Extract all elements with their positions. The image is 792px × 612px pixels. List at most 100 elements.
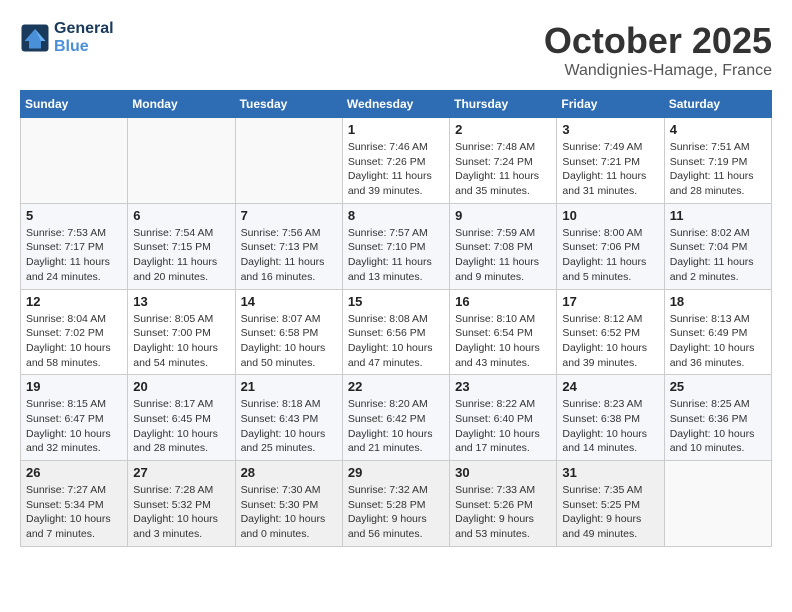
cell-info: Sunrise: 8:08 AM Sunset: 6:56 PM Dayligh… bbox=[348, 312, 444, 371]
day-header-saturday: Saturday bbox=[664, 91, 771, 118]
cell-day-number: 18 bbox=[670, 294, 766, 309]
calendar-table: SundayMondayTuesdayWednesdayThursdayFrid… bbox=[20, 90, 772, 547]
cell-day-number: 21 bbox=[241, 379, 337, 394]
cell-day-number: 29 bbox=[348, 465, 444, 480]
cell-day-number: 25 bbox=[670, 379, 766, 394]
cell-day-number: 30 bbox=[455, 465, 551, 480]
calendar-cell: 24 Sunrise: 8:23 AM Sunset: 6:38 PM Dayli… bbox=[557, 375, 664, 461]
cell-info: Sunrise: 7:27 AM Sunset: 5:34 PM Dayligh… bbox=[26, 483, 122, 542]
cell-day-number: 1 bbox=[348, 122, 444, 137]
cell-info: Sunrise: 7:57 AM Sunset: 7:10 PM Dayligh… bbox=[348, 226, 444, 285]
cell-day-number: 9 bbox=[455, 208, 551, 223]
cell-info: Sunrise: 7:35 AM Sunset: 5:25 PM Dayligh… bbox=[562, 483, 658, 542]
cell-info: Sunrise: 7:59 AM Sunset: 7:08 PM Dayligh… bbox=[455, 226, 551, 285]
cell-day-number: 17 bbox=[562, 294, 658, 309]
calendar-cell: 12 Sunrise: 8:04 AM Sunset: 7:02 PM Dayli… bbox=[21, 289, 128, 375]
cell-info: Sunrise: 8:22 AM Sunset: 6:40 PM Dayligh… bbox=[455, 397, 551, 456]
calendar-cell: 10Sunrise: 8:00 AM Sunset: 7:06 PM Dayli… bbox=[557, 203, 664, 289]
cell-day-number: 13 bbox=[133, 294, 229, 309]
calendar-cell: 3 Sunrise: 7:49 AM Sunset: 7:21 PM Daylig… bbox=[557, 118, 664, 204]
cell-info: Sunrise: 7:54 AM Sunset: 7:15 PM Dayligh… bbox=[133, 226, 229, 285]
calendar-cell: 31 Sunrise: 7:35 AM Sunset: 5:25 PM Dayli… bbox=[557, 461, 664, 547]
month-title: October 2025 bbox=[544, 20, 772, 62]
calendar-cell: 13 Sunrise: 8:05 AM Sunset: 7:00 PM Dayli… bbox=[128, 289, 235, 375]
cell-day-number: 6 bbox=[133, 208, 229, 223]
cell-info: Sunrise: 7:46 AM Sunset: 7:26 PM Dayligh… bbox=[348, 140, 444, 199]
calendar-cell: 1 Sunrise: 7:46 AM Sunset: 7:26 PM Daylig… bbox=[342, 118, 449, 204]
cell-info: Sunrise: 7:33 AM Sunset: 5:26 PM Dayligh… bbox=[455, 483, 551, 542]
title-area: October 2025 Wandignies-Hamage, France bbox=[544, 20, 772, 80]
calendar-cell: 2 Sunrise: 7:48 AM Sunset: 7:24 PM Daylig… bbox=[450, 118, 557, 204]
calendar-cell bbox=[21, 118, 128, 204]
cell-day-number: 14 bbox=[241, 294, 337, 309]
cell-info: Sunrise: 7:32 AM Sunset: 5:28 PM Dayligh… bbox=[348, 483, 444, 542]
calendar-cell: 22Sunrise: 8:20 AM Sunset: 6:42 PM Dayli… bbox=[342, 375, 449, 461]
cell-info: Sunrise: 7:53 AM Sunset: 7:17 PM Dayligh… bbox=[26, 226, 122, 285]
cell-info: Sunrise: 8:10 AM Sunset: 6:54 PM Dayligh… bbox=[455, 312, 551, 371]
cell-info: Sunrise: 8:23 AM Sunset: 6:38 PM Dayligh… bbox=[562, 397, 658, 456]
calendar-cell: 30 Sunrise: 7:33 AM Sunset: 5:26 PM Dayli… bbox=[450, 461, 557, 547]
calendar-cell: 5 Sunrise: 7:53 AM Sunset: 7:17 PM Daylig… bbox=[21, 203, 128, 289]
cell-day-number: 12 bbox=[26, 294, 122, 309]
day-header-thursday: Thursday bbox=[450, 91, 557, 118]
cell-info: Sunrise: 7:56 AM Sunset: 7:13 PM Dayligh… bbox=[241, 226, 337, 285]
cell-day-number: 23 bbox=[455, 379, 551, 394]
cell-info: Sunrise: 8:12 AM Sunset: 6:52 PM Dayligh… bbox=[562, 312, 658, 371]
day-header-friday: Friday bbox=[557, 91, 664, 118]
cell-info: Sunrise: 7:51 AM Sunset: 7:19 PM Dayligh… bbox=[670, 140, 766, 199]
cell-day-number: 8 bbox=[348, 208, 444, 223]
calendar-cell: 9 Sunrise: 7:59 AM Sunset: 7:08 PM Daylig… bbox=[450, 203, 557, 289]
calendar-cell: 16 Sunrise: 8:10 AM Sunset: 6:54 PM Dayli… bbox=[450, 289, 557, 375]
calendar-cell: 27 Sunrise: 7:28 AM Sunset: 5:32 PM Dayli… bbox=[128, 461, 235, 547]
cell-day-number: 11 bbox=[670, 208, 766, 223]
cell-day-number: 5 bbox=[26, 208, 122, 223]
cell-info: Sunrise: 7:49 AM Sunset: 7:21 PM Dayligh… bbox=[562, 140, 658, 199]
calendar-cell: 25 Sunrise: 8:25 AM Sunset: 6:36 PM Dayli… bbox=[664, 375, 771, 461]
cell-day-number: 16 bbox=[455, 294, 551, 309]
cell-day-number: 15 bbox=[348, 294, 444, 309]
cell-info: Sunrise: 8:02 AM Sunset: 7:04 PM Dayligh… bbox=[670, 226, 766, 285]
calendar-cell: 8 Sunrise: 7:57 AM Sunset: 7:10 PM Daylig… bbox=[342, 203, 449, 289]
cell-day-number: 3 bbox=[562, 122, 658, 137]
calendar-cell: 20Sunrise: 8:17 AM Sunset: 6:45 PM Dayli… bbox=[128, 375, 235, 461]
logo: General Blue bbox=[20, 20, 114, 56]
cell-day-number: 24 bbox=[562, 379, 658, 394]
cell-day-number: 27 bbox=[133, 465, 229, 480]
cell-day-number: 22 bbox=[348, 379, 444, 394]
cell-info: Sunrise: 8:13 AM Sunset: 6:49 PM Dayligh… bbox=[670, 312, 766, 371]
cell-info: Sunrise: 7:28 AM Sunset: 5:32 PM Dayligh… bbox=[133, 483, 229, 542]
day-headers: SundayMondayTuesdayWednesdayThursdayFrid… bbox=[21, 91, 772, 118]
cell-day-number: 4 bbox=[670, 122, 766, 137]
day-header-wednesday: Wednesday bbox=[342, 91, 449, 118]
calendar-cell bbox=[664, 461, 771, 547]
cell-info: Sunrise: 7:30 AM Sunset: 5:30 PM Dayligh… bbox=[241, 483, 337, 542]
calendar-cell: 6 Sunrise: 7:54 AM Sunset: 7:15 PM Daylig… bbox=[128, 203, 235, 289]
cell-day-number: 2 bbox=[455, 122, 551, 137]
cell-info: Sunrise: 8:05 AM Sunset: 7:00 PM Dayligh… bbox=[133, 312, 229, 371]
cell-day-number: 31 bbox=[562, 465, 658, 480]
page-header: General Blue October 2025 Wandignies-Ham… bbox=[20, 20, 772, 80]
cell-day-number: 20 bbox=[133, 379, 229, 394]
calendar-cell: 11 Sunrise: 8:02 AM Sunset: 7:04 PM Dayli… bbox=[664, 203, 771, 289]
calendar-cell: 4 Sunrise: 7:51 AM Sunset: 7:19 PM Daylig… bbox=[664, 118, 771, 204]
cell-day-number: 28 bbox=[241, 465, 337, 480]
cell-info: Sunrise: 8:04 AM Sunset: 7:02 PM Dayligh… bbox=[26, 312, 122, 371]
cell-day-number: 26 bbox=[26, 465, 122, 480]
cell-day-number: 7 bbox=[241, 208, 337, 223]
location-title: Wandignies-Hamage, France bbox=[544, 62, 772, 80]
calendar-cell: 29 Sunrise: 7:32 AM Sunset: 5:28 PM Dayli… bbox=[342, 461, 449, 547]
cell-info: Sunrise: 8:18 AM Sunset: 6:43 PM Dayligh… bbox=[241, 397, 337, 456]
calendar-cell: 17 Sunrise: 8:12 AM Sunset: 6:52 PM Dayli… bbox=[557, 289, 664, 375]
cell-info: Sunrise: 8:25 AM Sunset: 6:36 PM Dayligh… bbox=[670, 397, 766, 456]
logo-text: General Blue bbox=[54, 20, 114, 56]
calendar-cell: 14 Sunrise: 8:07 AM Sunset: 6:58 PM Dayli… bbox=[235, 289, 342, 375]
calendar-cell: 15 Sunrise: 8:08 AM Sunset: 6:56 PM Dayli… bbox=[342, 289, 449, 375]
cell-day-number: 19 bbox=[26, 379, 122, 394]
cell-info: Sunrise: 8:15 AM Sunset: 6:47 PM Dayligh… bbox=[26, 397, 122, 456]
cell-info: Sunrise: 7:48 AM Sunset: 7:24 PM Dayligh… bbox=[455, 140, 551, 199]
calendar-cell bbox=[235, 118, 342, 204]
calendar-cell: 18 Sunrise: 8:13 AM Sunset: 6:49 PM Dayli… bbox=[664, 289, 771, 375]
cell-info: Sunrise: 8:07 AM Sunset: 6:58 PM Dayligh… bbox=[241, 312, 337, 371]
cell-info: Sunrise: 8:00 AM Sunset: 7:06 PM Dayligh… bbox=[562, 226, 658, 285]
calendar-cell: 28 Sunrise: 7:30 AM Sunset: 5:30 PM Dayli… bbox=[235, 461, 342, 547]
